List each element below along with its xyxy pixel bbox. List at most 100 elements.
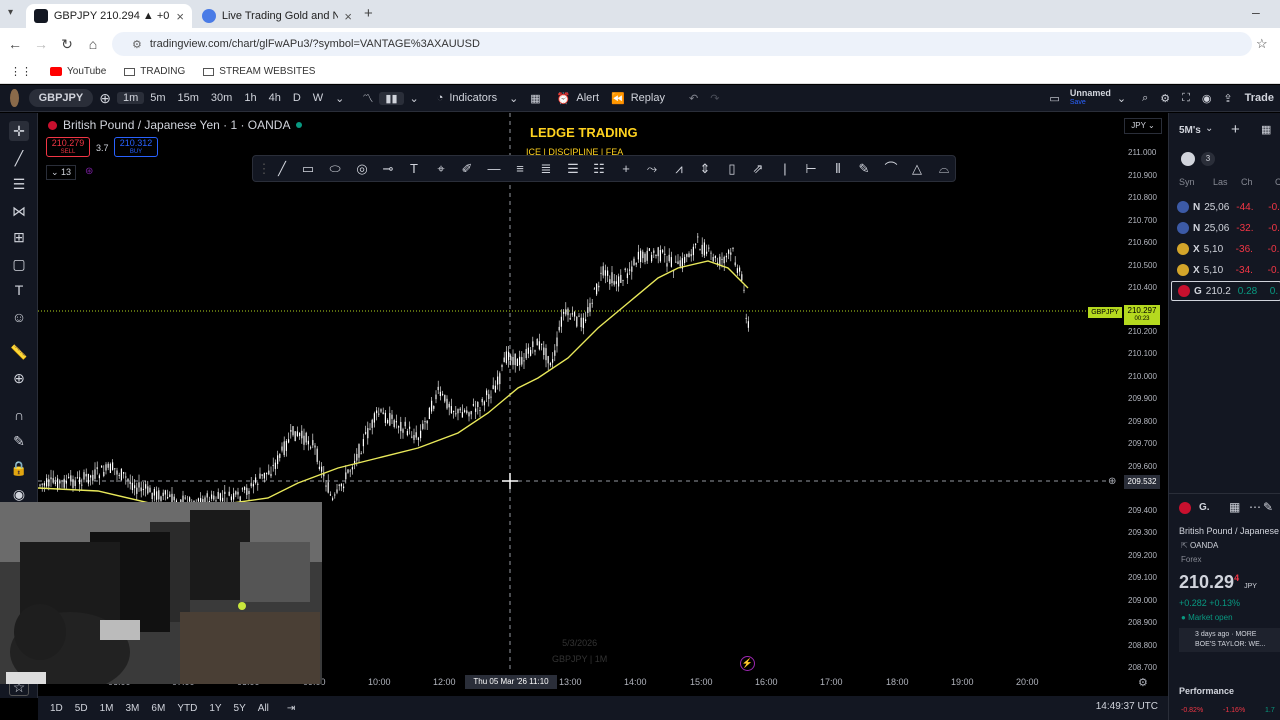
- layout-icon[interactable]: ▦: [1261, 123, 1271, 136]
- templates-icon[interactable]: ▦: [524, 92, 546, 105]
- watchlist-row[interactable]: G 210.2 0.28 0.: [1171, 281, 1280, 301]
- watchlist-row[interactable]: X 5,10 -34. -0.: [1177, 260, 1280, 280]
- brush-icon[interactable]: ✐: [458, 161, 476, 177]
- interval-15m[interactable]: 15m: [172, 92, 205, 104]
- arc-icon[interactable]: ⌓: [935, 161, 953, 177]
- volume-profile-icon[interactable]: ⫴: [829, 161, 847, 177]
- emoji-icon[interactable]: ☺: [9, 307, 29, 327]
- symbol-search[interactable]: GBPJPY: [28, 89, 94, 107]
- site-info-icon[interactable]: ⚙: [132, 38, 142, 51]
- text-icon[interactable]: T: [9, 280, 29, 300]
- layout-icon[interactable]: ▦: [1229, 500, 1240, 514]
- horizontal-ray-icon[interactable]: ⊸: [379, 161, 397, 177]
- interval-4h[interactable]: 4h: [263, 92, 287, 104]
- more-icon[interactable]: ⋯: [1249, 500, 1261, 514]
- vertical-line-icon[interactable]: |: [776, 161, 794, 177]
- watchlist-title[interactable]: 5M's: [1179, 125, 1201, 136]
- buy-button[interactable]: 210.312 BUY: [114, 137, 158, 157]
- sync-icon[interactable]: ⊛: [85, 166, 93, 177]
- trade-button[interactable]: Trade: [1239, 92, 1280, 104]
- lightning-icon[interactable]: ⚡: [740, 656, 755, 671]
- fullscreen-icon[interactable]: ⛶: [1176, 92, 1196, 105]
- avatar[interactable]: [10, 89, 19, 107]
- price-scale[interactable]: 211.000 210.900 210.800 210.700 210.600 210.5…: [1108, 113, 1164, 672]
- horizontal-line-icon[interactable]: —: [485, 161, 503, 177]
- path-icon[interactable]: ⤳: [643, 161, 661, 177]
- crosshair-icon[interactable]: ✛: [9, 121, 29, 141]
- long-position-icon[interactable]: ⇕: [696, 161, 714, 177]
- replay-icon[interactable]: ⏪: [605, 92, 631, 105]
- detail-symbol[interactable]: G.: [1199, 502, 1210, 513]
- drag-handle-icon[interactable]: ⋮: [255, 161, 273, 177]
- settings-icon[interactable]: ⚙: [1154, 92, 1176, 105]
- news-card[interactable]: 3 days ago · MORE BOE'S TAYLOR: WE...: [1179, 628, 1280, 652]
- publish-icon[interactable]: ⇪: [1217, 92, 1238, 105]
- tab-list-icon[interactable]: ▾: [8, 7, 13, 18]
- range-1y[interactable]: 1Y: [203, 703, 227, 714]
- layout-icon[interactable]: ▭: [1043, 92, 1065, 105]
- line-chart-icon[interactable]: 〽: [356, 90, 379, 106]
- indicator-toggle[interactable]: ⌄ 13: [46, 165, 77, 180]
- pattern-icon[interactable]: ⋈: [9, 201, 29, 221]
- fib-icon[interactable]: ≡: [511, 161, 529, 177]
- interval-5m[interactable]: 5m: [144, 92, 171, 104]
- currency-selector[interactable]: JPY ⌄: [1124, 118, 1162, 134]
- zoom-icon[interactable]: ⊕: [9, 368, 29, 388]
- tab-live-trading[interactable]: Live Trading Gold and NAS100 ×: [194, 4, 360, 28]
- bookmark-stream-websites[interactable]: STREAM WEBSITES: [203, 66, 315, 77]
- add-symbol-icon[interactable]: +: [1231, 121, 1240, 138]
- fib-channel-icon[interactable]: ≣: [537, 161, 555, 177]
- watchlist-row[interactable]: N 25,06 -32. -0.: [1177, 218, 1280, 238]
- candles-icon[interactable]: ▮▮: [379, 91, 404, 105]
- add-alert-icon[interactable]: ⊕: [1108, 476, 1116, 487]
- reload-icon[interactable]: ↻: [54, 36, 80, 53]
- chevron-down-icon[interactable]: ⌄: [1111, 92, 1132, 105]
- chevron-down-icon[interactable]: ⌄: [1205, 123, 1213, 134]
- range-ytd[interactable]: YTD: [171, 703, 203, 714]
- range-5d[interactable]: 5D: [69, 703, 94, 714]
- back-icon[interactable]: ←: [2, 36, 28, 52]
- lock-icon[interactable]: 🔒: [9, 458, 29, 478]
- callout-icon[interactable]: ▯: [723, 161, 741, 177]
- close-icon[interactable]: ×: [176, 9, 184, 24]
- range-1d[interactable]: 1D: [44, 703, 69, 714]
- watchlist-row[interactable]: N 25,06 -44. -0.: [1177, 197, 1280, 217]
- replay-button[interactable]: Replay: [631, 92, 671, 104]
- chevron-down-icon[interactable]: ⌄: [503, 92, 524, 105]
- interval-1m[interactable]: 1m: [116, 92, 145, 104]
- indicators-button[interactable]: Indicators: [449, 92, 503, 104]
- date-range-icon[interactable]: ⊢: [802, 161, 820, 177]
- zigzag-icon[interactable]: ⩘: [670, 161, 688, 177]
- interval-1h[interactable]: 1h: [238, 92, 262, 104]
- curve-icon[interactable]: ⌒: [882, 161, 900, 177]
- chevron-down-icon[interactable]: ⌄: [404, 92, 425, 105]
- magnet-icon[interactable]: ∩: [9, 405, 29, 425]
- camera-icon[interactable]: ◉: [1196, 92, 1218, 105]
- goto-date-icon[interactable]: ⇥: [281, 703, 301, 714]
- circle-icon[interactable]: ◎: [353, 161, 371, 177]
- range-5y[interactable]: 5Y: [228, 703, 252, 714]
- sell-button[interactable]: 210.279 SELL: [46, 137, 90, 157]
- fib-circle-icon[interactable]: ☷: [590, 161, 608, 177]
- arrow-icon[interactable]: ⇗: [749, 161, 767, 177]
- range-1m[interactable]: 1M: [94, 703, 120, 714]
- tab-gbpjpy[interactable]: GBPJPY 210.294 ▲ +0.13% Unn ×: [26, 4, 192, 28]
- range-all[interactable]: All: [252, 703, 275, 714]
- fib-icon[interactable]: ☰: [9, 174, 29, 194]
- bookmark-youtube[interactable]: YouTube: [50, 66, 106, 77]
- url-field[interactable]: ⚙ tradingview.com/chart/glFwAPu3/?symbol…: [112, 32, 1252, 56]
- close-icon[interactable]: ×: [344, 9, 352, 24]
- indicators-icon[interactable]: ◔: [431, 92, 450, 104]
- apps-icon[interactable]: ⋮⋮: [10, 65, 32, 78]
- minimize-icon[interactable]: –: [1252, 4, 1260, 20]
- new-tab-icon[interactable]: +: [364, 5, 373, 22]
- watchlist-row[interactable]: X 5,10 -36. -0.: [1177, 239, 1280, 259]
- trendline-icon[interactable]: ╱: [273, 161, 291, 177]
- bookmark-star-icon[interactable]: ☆: [1256, 36, 1268, 52]
- axis-settings-icon[interactable]: ⚙: [1138, 676, 1148, 689]
- add-symbol-icon[interactable]: ⊕: [93, 90, 117, 107]
- utc-clock[interactable]: 14:49:37 UTC: [1096, 701, 1158, 712]
- undo-icon[interactable]: ↶: [683, 92, 704, 105]
- trendline-icon[interactable]: ╱: [9, 148, 29, 168]
- quick-search-icon[interactable]: ⌕: [1136, 92, 1154, 105]
